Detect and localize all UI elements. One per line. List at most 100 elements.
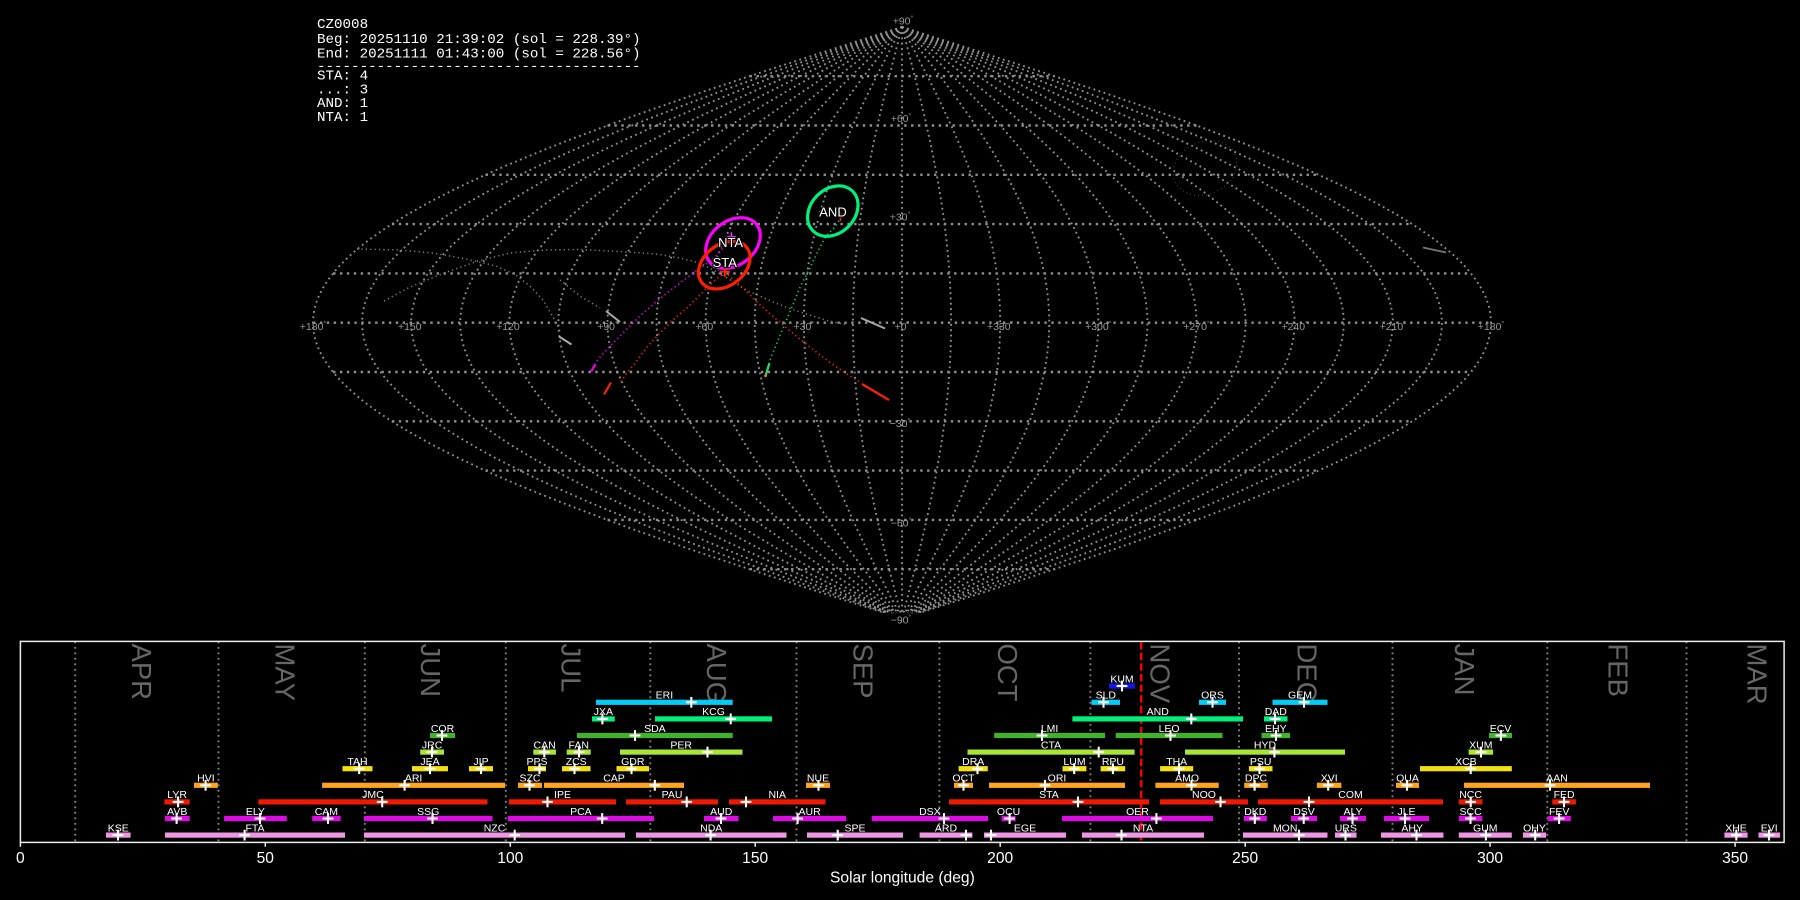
svg-text:FAN: FAN	[568, 739, 588, 751]
svg-text:+60°: +60°	[891, 112, 912, 125]
svg-text:+240°: +240°	[1281, 320, 1308, 333]
svg-text:+270°: +270°	[1183, 320, 1210, 333]
svg-text:XVI: XVI	[1321, 773, 1338, 785]
svg-text:AHY: AHY	[1401, 822, 1423, 834]
svg-text:MAR: MAR	[1741, 644, 1772, 705]
svg-text:AND: AND	[819, 205, 846, 220]
svg-text:FEB: FEB	[1603, 644, 1634, 697]
svg-text:AND: AND	[1147, 706, 1170, 718]
svg-text:KUM: KUM	[1110, 673, 1133, 685]
svg-text:Beg: 20251110 21:39:02 (sol =: Beg: 20251110 21:39:02 (sol = 228.39°)	[317, 32, 641, 48]
svg-text:PER: PER	[670, 739, 692, 751]
svg-text:SPE: SPE	[844, 822, 865, 834]
svg-text:NTA: NTA	[718, 235, 743, 250]
svg-text:PSU: PSU	[1250, 756, 1272, 768]
svg-text:PPS: PPS	[526, 756, 547, 768]
svg-text:+210°: +210°	[1380, 320, 1407, 333]
svg-text:SDA: SDA	[644, 723, 666, 735]
svg-text:OHY: OHY	[1523, 822, 1546, 834]
svg-text:PAU: PAU	[662, 789, 683, 801]
svg-text:OCU: OCU	[997, 806, 1020, 818]
svg-text:100: 100	[497, 850, 523, 867]
svg-text:MAY: MAY	[269, 644, 300, 702]
svg-text:ERI: ERI	[656, 690, 674, 702]
svg-text:CTA: CTA	[1041, 739, 1061, 751]
svg-text:ZCS: ZCS	[566, 756, 587, 768]
svg-text:ORS: ORS	[1201, 690, 1224, 702]
svg-text:GEM: GEM	[1288, 690, 1312, 702]
svg-text:NOV: NOV	[1144, 644, 1175, 704]
svg-text:+30°: +30°	[793, 320, 814, 333]
svg-text:JUL: JUL	[555, 644, 586, 693]
svg-text:AMO: AMO	[1175, 773, 1199, 785]
svg-text:DAD: DAD	[1265, 706, 1288, 718]
svg-text:+180°: +180°	[1478, 320, 1505, 333]
svg-text:DSV: DSV	[1293, 806, 1315, 818]
svg-text:KCG: KCG	[702, 706, 725, 718]
svg-text:200: 200	[987, 850, 1013, 867]
svg-text:EGE: EGE	[1014, 822, 1036, 834]
svg-text:LMI: LMI	[1041, 723, 1059, 735]
svg-text:THA: THA	[1166, 756, 1187, 768]
svg-text:ARI: ARI	[405, 773, 423, 785]
svg-text:AAN: AAN	[1546, 773, 1568, 785]
svg-text:OCT: OCT	[992, 644, 1023, 702]
svg-text:LEO: LEO	[1159, 723, 1180, 735]
svg-text:−30°: −30°	[890, 417, 911, 430]
svg-text:XUM: XUM	[1469, 739, 1492, 751]
svg-text:OCT: OCT	[952, 773, 975, 785]
svg-text:XCB: XCB	[1455, 756, 1477, 768]
svg-text:150: 150	[742, 850, 768, 867]
svg-text:COR: COR	[431, 723, 455, 735]
svg-text:IPE: IPE	[554, 789, 571, 801]
svg-text:GDR: GDR	[621, 756, 645, 768]
svg-text:DSX: DSX	[919, 806, 941, 818]
svg-text:SEP: SEP	[847, 644, 878, 699]
svg-text:300: 300	[1477, 850, 1503, 867]
svg-text:XHE: XHE	[1725, 822, 1747, 834]
svg-text:AVB: AVB	[167, 806, 187, 818]
svg-text:+120°: +120°	[496, 320, 523, 333]
svg-text:QUA: QUA	[1396, 773, 1419, 785]
svg-text:KSE: KSE	[108, 822, 129, 834]
svg-text:+150°: +150°	[398, 320, 425, 333]
svg-text:ELY: ELY	[246, 806, 265, 818]
svg-text:−90°: −90°	[891, 614, 912, 627]
svg-text:OER: OER	[1126, 806, 1149, 818]
svg-text:AUR: AUR	[799, 806, 822, 818]
svg-text:JIP: JIP	[473, 756, 488, 768]
svg-text:CZ0008: CZ0008	[317, 17, 368, 33]
svg-text:FTA: FTA	[245, 822, 264, 834]
svg-text:0: 0	[16, 850, 25, 867]
svg-text:JXA: JXA	[594, 706, 613, 718]
svg-text:AUD: AUD	[710, 806, 733, 818]
svg-text:TAH: TAH	[347, 756, 367, 768]
svg-text:ECV: ECV	[1490, 723, 1512, 735]
svg-text:350: 350	[1722, 850, 1748, 867]
svg-text:50: 50	[257, 850, 275, 867]
svg-text:+60°: +60°	[695, 320, 716, 333]
svg-text:CAP: CAP	[603, 773, 625, 785]
svg-text:DRA: DRA	[962, 756, 984, 768]
svg-text:−60°: −60°	[891, 517, 912, 530]
svg-text:PCA: PCA	[570, 806, 592, 818]
svg-text:SLD: SLD	[1096, 690, 1117, 702]
svg-text:JMC: JMC	[362, 789, 384, 801]
svg-text:+180°: +180°	[300, 320, 327, 333]
svg-text:CAN: CAN	[534, 739, 556, 751]
svg-text:JUN: JUN	[415, 644, 446, 697]
svg-text:NCC: NCC	[1459, 789, 1482, 801]
svg-text:DPC: DPC	[1245, 773, 1268, 785]
svg-text:ARD: ARD	[935, 822, 958, 834]
svg-text:HYD: HYD	[1254, 739, 1277, 751]
svg-text:CAM: CAM	[315, 806, 338, 818]
svg-text:GUM: GUM	[1473, 822, 1498, 834]
svg-text:JLE: JLE	[1397, 806, 1415, 818]
svg-text:+300°: +300°	[1085, 320, 1112, 333]
svg-text:250: 250	[1232, 850, 1258, 867]
svg-text:STA: STA	[1039, 789, 1059, 801]
svg-text:+90°: +90°	[597, 320, 618, 333]
svg-text:APR: APR	[126, 644, 157, 701]
svg-text:+30°: +30°	[890, 211, 911, 224]
svg-text:LUM: LUM	[1063, 756, 1085, 768]
